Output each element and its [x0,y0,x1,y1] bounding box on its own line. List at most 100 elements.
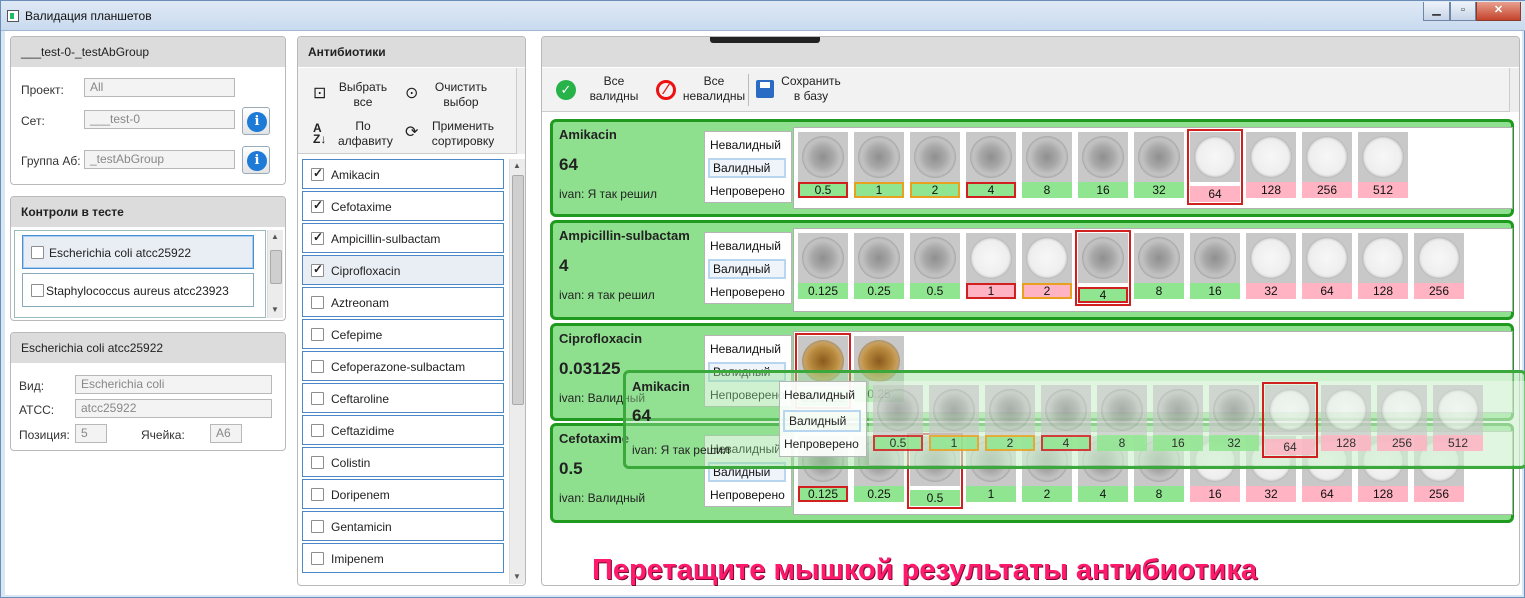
antibiotic-checkbox[interactable] [311,424,324,437]
antibiotic-item[interactable]: Cefotaxime [302,191,504,221]
atcc-field[interactable]: atcc25922 [75,399,272,418]
option-invalid[interactable]: Невалидный [710,138,781,152]
plate-well[interactable] [1302,132,1352,182]
antibiotic-item[interactable]: Ampicillin-sulbactam [302,223,504,253]
option-unverified[interactable]: Непроверено [710,184,785,198]
plate-well[interactable] [966,132,1016,182]
apply-sort-button[interactable]: ⟳ Применить сортировку [402,119,502,153]
antibiotic-item[interactable]: Aztreonam [302,287,504,317]
close-button[interactable]: ✕ [1476,2,1521,21]
controls-scrollbar[interactable]: ▲ ▼ [267,230,283,318]
plate-well[interactable] [1358,132,1408,182]
plate-well[interactable] [798,132,848,182]
antibiotic-checkbox[interactable] [311,488,324,501]
plate-well[interactable] [1358,233,1408,283]
plate-well[interactable] [1246,132,1296,182]
option-invalid[interactable]: Невалидный [710,342,781,356]
group-info-button[interactable]: i [242,146,270,174]
antibiotic-checkbox[interactable] [311,198,324,213]
antibiotic-checkbox[interactable] [311,328,324,341]
ghost-well-concentration: 32 [1209,435,1259,451]
antibiotic-checkbox[interactable] [311,296,324,309]
plate-well[interactable] [910,233,960,283]
control-name: Escherichia coli atcc25922 [49,246,192,260]
ghost-plate-well [929,385,979,435]
plate-well[interactable] [910,132,960,182]
control-item[interactable]: Escherichia coli atcc25922 [22,235,254,269]
plate-well[interactable] [1414,233,1464,283]
antibiotic-item[interactable]: Colistin [302,447,504,477]
antibiotic-item[interactable]: Cefoperazone-sulbactam [302,351,504,381]
plate-well[interactable] [966,233,1016,283]
antibiotic-item[interactable]: Gentamicin [302,511,504,541]
title-bar: Валидация планшетов ▁ ▫ ✕ [1,1,1525,31]
set-field[interactable]: ___test-0 [84,110,235,129]
group-field[interactable]: _testAbGroup [84,150,235,169]
antibiotic-checkbox[interactable] [311,392,324,405]
project-field[interactable]: All [84,78,235,97]
antibiotic-checkbox[interactable] [311,520,324,533]
controls-panel-header: Контроли в тесте [11,197,285,227]
antibiotic-item[interactable]: Cefepime [302,319,504,349]
scroll-thumb[interactable] [270,250,282,284]
scroll-down-icon[interactable]: ▼ [513,572,521,581]
sort-alpha-button[interactable]: A Z↓ По алфавиту [310,119,393,153]
antibiotic-checkbox[interactable] [311,166,324,181]
option-valid[interactable]: Валидный [708,259,786,279]
antibiotic-card[interactable]: Amikacin 64 ivan: Я так решил Невалидный Вал… [550,119,1514,217]
species-field[interactable]: Escherichia coli [75,375,272,394]
plate-well[interactable] [1078,132,1128,182]
control-checkbox[interactable] [31,284,44,297]
plate-well[interactable] [854,233,904,283]
ghost-plate-well [1377,385,1427,435]
control-checkbox[interactable] [31,246,44,259]
antibiotic-checkbox[interactable] [311,456,324,469]
cell-field[interactable]: A6 [210,424,242,443]
plate-well[interactable] [1134,233,1184,283]
apply-sort-label: Применить сортировку [431,119,495,148]
maximize-button[interactable]: ▫ [1450,2,1476,21]
option-unverified[interactable]: Непроверено [710,488,785,502]
antibiotic-checkbox[interactable] [311,360,324,373]
antibiotic-item[interactable]: Amikacin [302,159,504,189]
option-invalid[interactable]: Невалидный [710,239,781,253]
validity-list[interactable]: Невалидный Валидный Непроверено [704,131,792,203]
minimize-button[interactable]: ▁ [1423,2,1450,21]
antibiotic-item[interactable]: Doripenem [302,479,504,509]
mic-well-highlight [1075,230,1131,306]
antibiotic-card[interactable]: Ampicillin-sulbactam 4 ivan: я так решил Не… [550,220,1514,320]
antibiotics-scrollbar[interactable]: ▲ ▼ [509,159,525,584]
well-concentration: 32 [1246,283,1296,299]
antibiotic-item[interactable]: Ciprofloxacin [302,255,504,285]
position-field[interactable]: 5 [75,424,107,443]
scroll-up-icon[interactable]: ▲ [271,232,279,241]
plate-well[interactable] [1302,233,1352,283]
clear-selection-button[interactable]: ⊙ Очистить выбор [402,78,492,112]
group-label: Группа Аб: [21,154,81,168]
antibiotic-checkbox[interactable] [311,552,324,565]
plate-well[interactable] [1246,233,1296,283]
plate-well[interactable] [798,233,848,283]
scroll-up-icon[interactable]: ▲ [513,161,521,170]
scroll-thumb[interactable] [512,175,524,405]
set-info-button[interactable]: i [242,107,270,135]
validity-list[interactable]: Невалидный Валидный Непроверено [704,232,792,304]
antibiotic-item[interactable]: Ceftaroline [302,383,504,413]
plate-well[interactable] [1190,233,1240,283]
plate-well[interactable] [854,132,904,182]
plate-well[interactable] [1134,132,1184,182]
scroll-down-icon[interactable]: ▼ [271,305,279,314]
antibiotic-checkbox[interactable] [311,262,324,277]
ghost-name: Amikacin [632,379,690,394]
antibiotic-name: Doripenem [331,488,390,502]
plate-well[interactable] [1022,132,1072,182]
antibiotic-item[interactable]: Imipenem [302,543,504,573]
option-unverified[interactable]: Непроверено [710,285,785,299]
antibiotic-item[interactable]: Ceftazidime [302,415,504,445]
option-valid[interactable]: Валидный [708,158,786,178]
select-all-button[interactable]: ⊡ Выбрать все [310,78,390,112]
toolbar-overflow[interactable] [516,68,525,154]
control-item[interactable]: Staphylococcus aureus atcc23923 [22,273,254,307]
antibiotic-checkbox[interactable] [311,230,324,245]
plate-well[interactable] [1022,233,1072,283]
